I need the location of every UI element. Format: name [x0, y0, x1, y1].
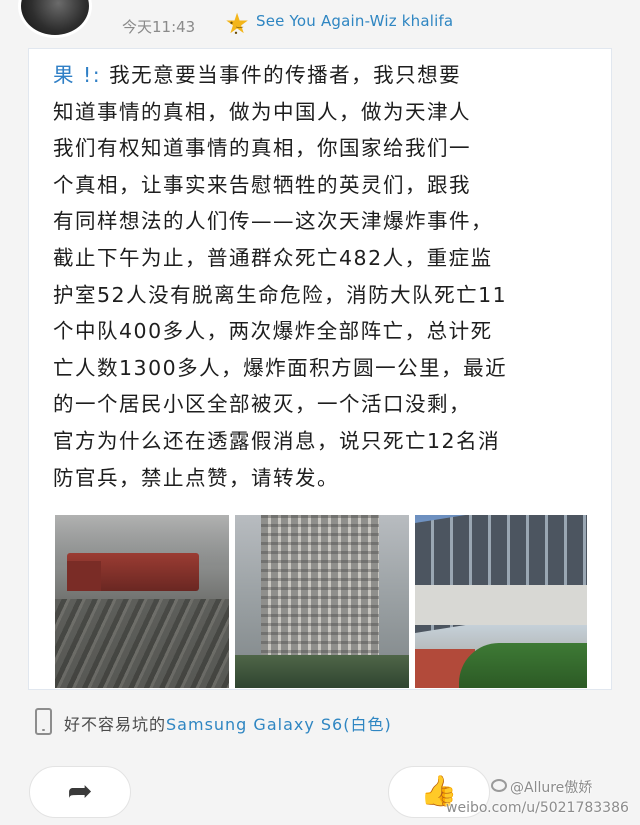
photo-detail: [459, 643, 587, 688]
post-line: 知道事情的真相，做为中国人，做为天津人: [53, 99, 471, 124]
post-line-1: 果 !: 我无意要当事件的传播者，我只想要: [53, 63, 462, 87]
post-line: 个真相，让事实来告慰牺牲的英灵们，跟我: [53, 172, 471, 197]
post-line: 截止下午为止，普通群众死亡482人，重症监: [53, 245, 493, 270]
post-header: 今天11:43 ★ • ‿ • See You Again-Wiz khalifa: [0, 0, 640, 48]
post-line: 护室52人没有脱离生命危险，消防大队死亡11: [53, 282, 508, 307]
photo-thumbnail[interactable]: [235, 515, 409, 688]
photo-grid: [55, 515, 587, 688]
avatar[interactable]: [18, 0, 92, 38]
photo-detail: [415, 585, 587, 625]
post-line: 有同样想法的人们传——这次天津爆炸事件，: [53, 209, 493, 234]
photo-detail: [67, 561, 101, 591]
device-source-row: 好不容易坑的Samsung Galaxy S6(白色): [0, 696, 640, 748]
watermark-url: weibo.com/u/5021783386: [446, 800, 629, 816]
weibo-logo-icon: [491, 779, 507, 792]
post-line: 个中队400多人，两次爆炸全部阵亡，总计死: [53, 319, 493, 344]
phone-icon: [35, 708, 52, 735]
share-arrow-icon: ➦: [67, 774, 93, 809]
post-line: 我们有权知道事情的真相，你国家给我们一: [53, 136, 471, 161]
star-emoji-icon: ★ • ‿ •: [224, 7, 250, 40]
post-card: 果 !: 我无意要当事件的传播者，我只想要 知道事情的真相，做为中国人，做为天津…: [28, 48, 612, 690]
post-body: 果 !: 我无意要当事件的传播者，我只想要 知道事情的真相，做为中国人，做为天津…: [53, 57, 599, 496]
photo-detail: [235, 655, 409, 688]
post-line: 的一个居民小区全部被灭，一个活口没剩，: [53, 392, 471, 417]
post-timestamp: 今天11:43: [122, 18, 196, 36]
post-line: 官方为什么还在透露假消息，说只死亡12名消: [53, 428, 501, 453]
photo-thumbnail[interactable]: [415, 515, 587, 688]
mentioned-author[interactable]: 果 !:: [53, 63, 101, 87]
source-label[interactable]: See You Again-Wiz khalifa: [256, 12, 453, 30]
watermark-handle: @Allure傲娇: [510, 780, 593, 796]
post-line: 防官兵，禁止点赞，请转发。: [53, 465, 339, 490]
post-line: 亡人数1300多人，爆炸面积方圆一公里，最近: [53, 355, 508, 380]
share-button[interactable]: ➦: [29, 766, 131, 818]
photo-detail: [261, 515, 379, 675]
device-source[interactable]: 好不容易坑的Samsung Galaxy S6(白色): [64, 711, 392, 735]
photo-thumbnail[interactable]: [55, 515, 229, 688]
photo-detail: [55, 599, 229, 688]
